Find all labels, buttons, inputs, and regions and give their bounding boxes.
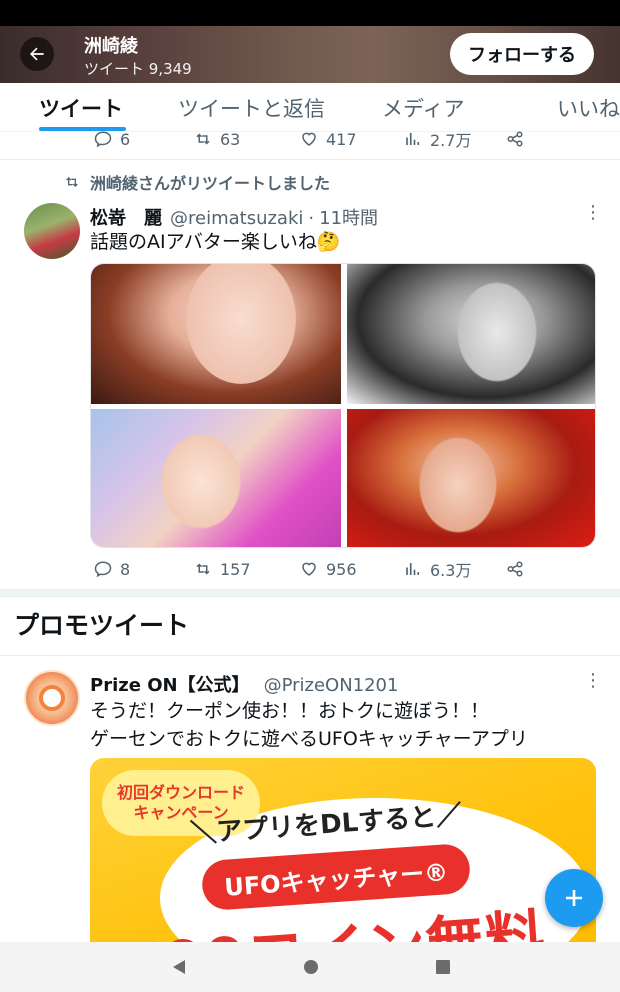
separator-dot: ·: [308, 208, 315, 229]
prize-on-logo: [39, 685, 65, 711]
nav-recents-icon[interactable]: [434, 958, 452, 976]
profile-tabs: ツイート ツイートと返信 メディア いいね: [0, 83, 620, 132]
like-count: 956: [326, 559, 357, 579]
tweet-header: Prize ON【公式】 @PrizeON1201: [90, 671, 398, 697]
back-button[interactable]: [20, 37, 54, 71]
retweeted-by[interactable]: 洲崎綾さんがリツイートしました: [64, 170, 330, 194]
share-icon: [507, 561, 523, 577]
promo-banner-image[interactable]: 初回ダウンロード キャンペーン ＼アプリをDLすると／ UFOキャッチャー® 5…: [90, 758, 596, 948]
media-image[interactable]: [347, 409, 595, 547]
retweet-icon: [196, 563, 210, 575]
profile-header: 洲崎綾 ツイート 9,349 フォローする: [0, 26, 620, 83]
media-image[interactable]: [347, 264, 595, 404]
nav-home-icon[interactable]: [302, 958, 320, 976]
tweet-media-grid: [90, 263, 596, 548]
reply-count: 6: [120, 129, 131, 149]
author-handle[interactable]: @reimatsuzaki: [170, 208, 303, 229]
arrow-left-icon: [30, 47, 44, 61]
share-icon: [507, 131, 523, 147]
tab-tweets[interactable]: ツイート: [39, 93, 123, 123]
share-button[interactable]: [506, 560, 524, 578]
tab-likes[interactable]: いいね: [557, 93, 620, 123]
views-icon: [406, 133, 420, 145]
compose-tweet-button[interactable]: [545, 869, 603, 927]
tab-media[interactable]: メディア: [382, 93, 465, 123]
tweet-header: 松嵜 麗 @reimatsuzaki · 11時間: [90, 204, 378, 230]
retweet-count: 157: [220, 559, 251, 579]
share-button[interactable]: [506, 130, 524, 148]
author-name[interactable]: Prize ON【公式】: [90, 671, 250, 697]
like-button[interactable]: 417: [300, 130, 357, 149]
views-button[interactable]: 2.7万: [404, 127, 471, 151]
views-count: 2.7万: [430, 131, 472, 150]
like-button[interactable]: 956: [300, 560, 357, 579]
tweet-text: 話題のAIアバター楽しいね🤔: [90, 231, 341, 253]
reply-button[interactable]: 8: [94, 560, 130, 579]
more-options-icon[interactable]: ⋮: [584, 672, 602, 690]
tweet-text-line-2: ゲーセンでおトクに遊べるUFOキャッチャーアプリ: [90, 728, 528, 750]
retweeted-by-label: 洲崎綾さんがリツイートしました: [90, 174, 331, 193]
plus-icon: [566, 890, 582, 906]
more-options-icon[interactable]: ⋮: [584, 204, 602, 222]
android-nav-bar: [0, 942, 620, 992]
avatar[interactable]: [24, 670, 80, 726]
avatar[interactable]: [24, 203, 80, 259]
tab-tweets-and-replies[interactable]: ツイートと返信: [178, 93, 325, 123]
promo-badge-line-1: 初回ダウンロード: [116, 783, 245, 802]
divider: [0, 159, 620, 160]
reply-count: 8: [120, 559, 131, 579]
author-handle[interactable]: @PrizeON1201: [264, 675, 399, 696]
retweet-button[interactable]: 157: [194, 560, 251, 579]
retweet-button[interactable]: 63: [194, 130, 240, 149]
views-count: 6.3万: [430, 561, 472, 580]
section-divider: [0, 589, 620, 597]
tweet-actions: 8 157 956 6.3万: [90, 556, 590, 582]
views-icon: [406, 563, 420, 575]
media-image[interactable]: [91, 264, 341, 404]
views-button[interactable]: 6.3万: [404, 557, 471, 581]
retweet-count: 63: [220, 129, 241, 149]
divider: [0, 655, 620, 656]
status-bar: [0, 0, 620, 26]
retweet-icon: [66, 177, 78, 187]
heart-icon: [302, 132, 316, 146]
tweet-count: ツイート 9,349: [84, 60, 192, 78]
reply-button[interactable]: 6: [94, 130, 130, 149]
heart-icon: [302, 562, 316, 576]
follow-button[interactable]: フォローする: [450, 33, 594, 75]
promoted-section-title: プロモツイート: [14, 611, 190, 640]
nav-back-icon[interactable]: [170, 958, 188, 976]
like-count: 417: [326, 129, 357, 149]
tweet-time[interactable]: 11時間: [319, 204, 378, 230]
retweet-icon: [196, 133, 210, 145]
reply-icon: [94, 561, 112, 578]
prev-tweet-actions: 6 63 417 2.7万: [90, 126, 590, 152]
reply-icon: [94, 131, 112, 148]
profile-name: 洲崎綾: [84, 36, 138, 57]
author-name[interactable]: 松嵜 麗: [90, 204, 162, 230]
tweet-text-line-1: そうだ！クーポン使お！！おトクに遊ぼう！！: [90, 700, 490, 722]
media-image[interactable]: [91, 409, 341, 547]
